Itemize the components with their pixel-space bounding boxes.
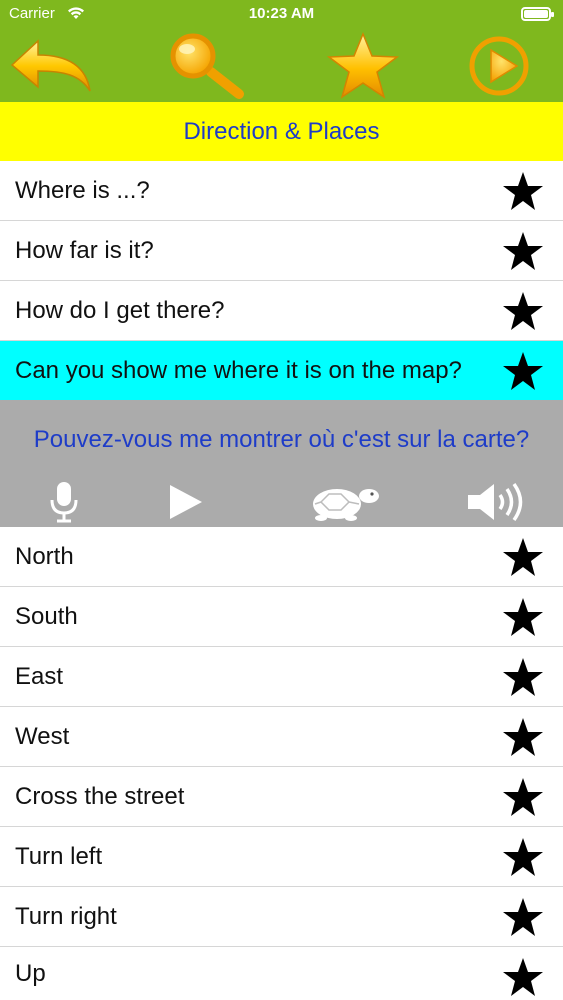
favorite-star-icon[interactable] <box>502 291 544 331</box>
back-arrow-icon[interactable] <box>6 30 96 102</box>
favorite-star-icon[interactable] <box>502 351 544 391</box>
favorite-star-icon[interactable] <box>502 957 544 997</box>
phrase-label: Cross the street <box>15 782 185 810</box>
category-title: Direction & Places <box>183 117 380 145</box>
phrase-row[interactable]: Cross the street <box>0 767 563 827</box>
phrase-label: Can you show me where it is on the map? <box>15 357 462 384</box>
phrase-row[interactable]: East <box>0 647 563 707</box>
phrase-row[interactable]: Turn left <box>0 827 563 887</box>
phrase-label: How do I get there? <box>15 296 225 324</box>
play-circle-icon[interactable] <box>454 30 544 102</box>
phrase-label: East <box>15 662 64 690</box>
favorite-star-icon[interactable] <box>502 597 544 637</box>
battery-icon <box>521 7 554 21</box>
phrase-label: Up <box>15 959 46 987</box>
phrase-row[interactable]: How far is it? <box>0 221 563 281</box>
phrase-label: How far is it? <box>15 236 154 264</box>
favorite-star-icon[interactable] <box>502 171 544 211</box>
favorite-star-icon[interactable] <box>502 657 544 697</box>
phrase-label: South <box>15 602 78 630</box>
phrase-row[interactable]: West <box>0 707 563 767</box>
phrase-label: Where is ...? <box>15 176 150 204</box>
favorite-star-icon[interactable] <box>502 777 544 817</box>
phrase-label: North <box>15 542 74 570</box>
phrase-row[interactable]: How do I get there? <box>0 281 563 341</box>
top-bar: Carrier 10:23 AM <box>0 0 563 102</box>
phrase-row[interactable]: Turn right <box>0 887 563 947</box>
phrase-row[interactable]: Up <box>0 947 563 1000</box>
turtle-icon[interactable] <box>306 478 382 526</box>
translation-text: Pouvez-vous me montrer où c'est sur la c… <box>33 426 530 453</box>
favorite-star-icon[interactable] <box>502 897 544 937</box>
speaker-icon[interactable] <box>462 478 532 526</box>
phrase-row[interactable]: South <box>0 587 563 647</box>
phrase-label: West <box>15 722 70 750</box>
favorite-star-icon[interactable] <box>502 537 544 577</box>
star-icon[interactable] <box>318 30 408 102</box>
play-icon[interactable] <box>164 478 208 526</box>
favorite-star-icon[interactable] <box>502 717 544 757</box>
microphone-icon[interactable] <box>44 478 84 526</box>
clock: 10:23 AM <box>248 5 315 22</box>
search-icon[interactable] <box>160 30 250 102</box>
phrase-row[interactable]: North <box>0 527 563 587</box>
favorite-star-icon[interactable] <box>502 837 544 877</box>
phrase-label: Turn left <box>15 842 103 870</box>
phrase-row-selected[interactable]: Can you show me where it is on the map? <box>0 341 563 401</box>
phrase-label: Turn right <box>15 902 117 930</box>
phrase-row[interactable]: Where is ...? <box>0 161 563 221</box>
category-title-bar: Direction & Places <box>0 102 563 161</box>
favorite-star-icon[interactable] <box>502 231 544 271</box>
status-bar: Carrier 10:23 AM <box>0 0 563 28</box>
